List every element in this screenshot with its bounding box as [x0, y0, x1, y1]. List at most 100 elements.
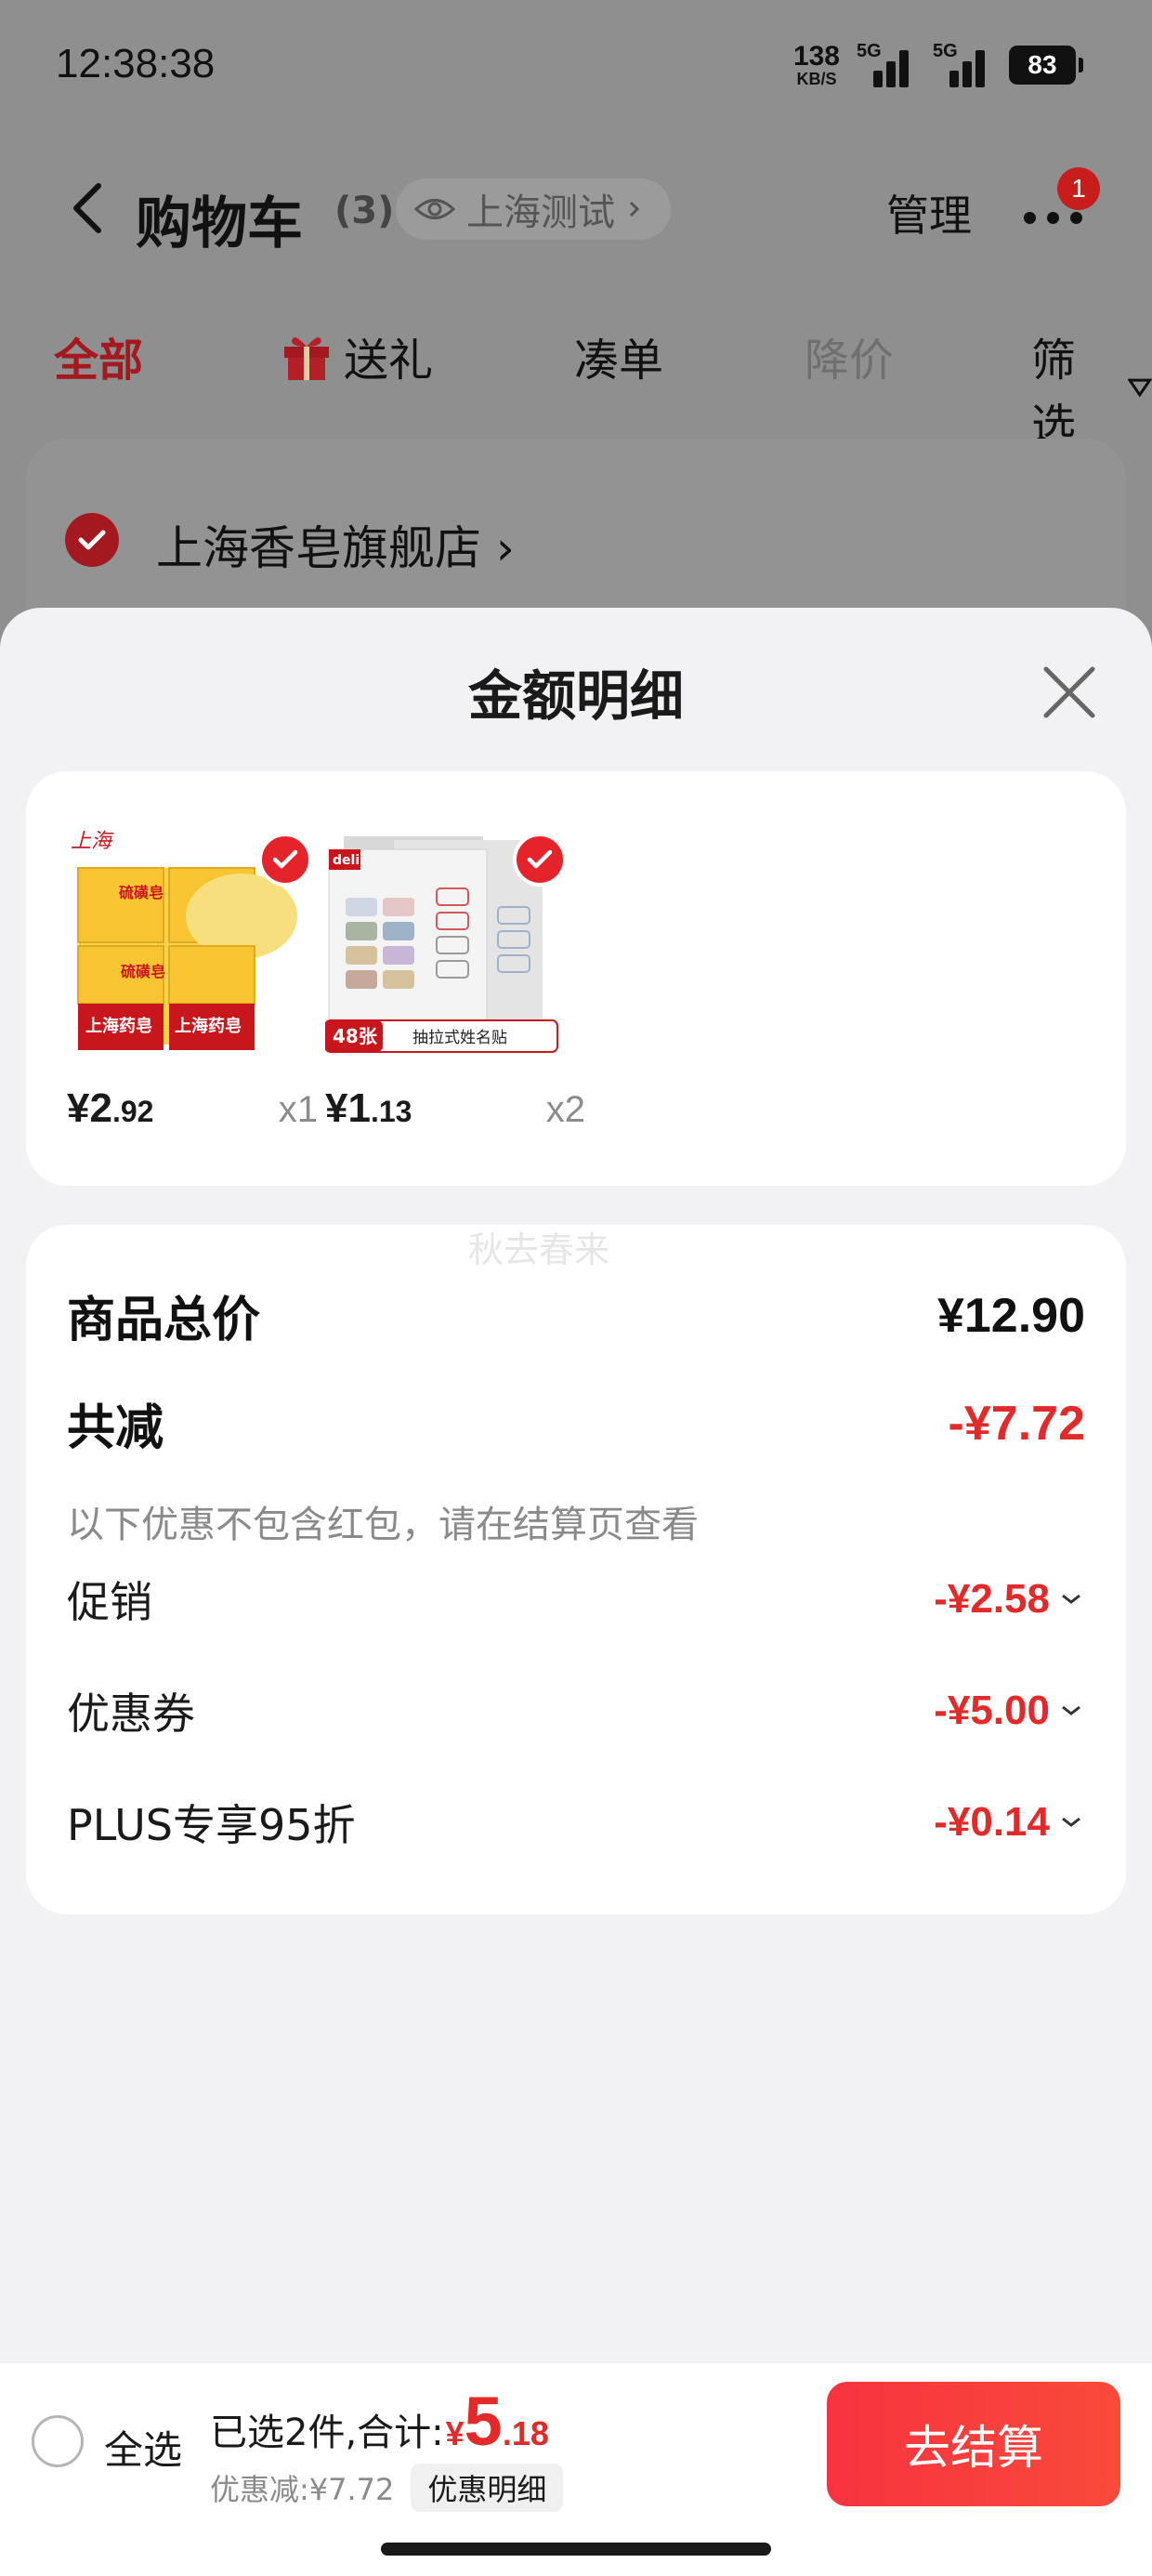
svg-text:上海药皂: 上海药皂 — [175, 1016, 242, 1036]
close-icon[interactable] — [1037, 660, 1102, 725]
network-speed-value: 138 — [792, 41, 840, 72]
product-check-icon[interactable] — [258, 833, 312, 887]
discount-item-value: -¥5.00 — [934, 1688, 1085, 1734]
status-icons: 138 KB/S 5G 5G 83 — [792, 41, 1083, 88]
svg-text:抽拉式姓名贴: 抽拉式姓名贴 — [412, 1029, 507, 1047]
total-discount-label: 共减 — [67, 1400, 164, 1456]
status-time: 12:38:38 — [56, 41, 216, 86]
signal-icon: 5G — [857, 41, 916, 87]
signal-icon-2: 5G — [933, 41, 992, 87]
discount-detail-button[interactable]: 优惠明细 — [411, 2464, 564, 2512]
selected-count-text: 已选2件,合计: — [210, 2412, 444, 2454]
chevron-down-icon — [1062, 1817, 1080, 1827]
discount-item-amount: -¥0.14 — [934, 1799, 1050, 1845]
page-title: 购物车 — [136, 191, 303, 256]
sheet-title: 金额明细 — [467, 664, 684, 728]
network-speed: 138 KB/S — [792, 41, 840, 88]
checkout-bar: 全选 已选2件,合计: ¥ 5 .18 优惠减:¥7.72 优惠明细 去结算 — [0, 2362, 1152, 2522]
product-check-icon[interactable] — [513, 833, 567, 887]
price-decimal: .92 — [111, 1095, 154, 1128]
svg-text:deli: deli — [333, 853, 360, 868]
checkout-button[interactable]: 去结算 — [827, 2382, 1120, 2506]
watermark-text: 秋去春来 — [468, 1229, 610, 1270]
price-summary-card: 秋去春来 商品总价 ¥12.90 共减 -¥7.72 以下优惠不包含红包，请在结… — [26, 1225, 1126, 1914]
discount-line: 优惠减:¥7.72 优惠明细 — [210, 2464, 564, 2512]
more-dots-icon — [1024, 212, 1082, 224]
status-bar: 12:38:38 138 KB/S 5G 5G 83 — [0, 0, 1152, 139]
chevron-down-icon — [1062, 1594, 1080, 1604]
tab-filter-label: 筛选 — [1031, 335, 1077, 452]
battery-icon: 83 — [1009, 46, 1083, 85]
total-amount-integer: 5 — [464, 2383, 503, 2460]
product-price: ¥2.92 — [67, 1085, 153, 1132]
price-integer: ¥1 — [325, 1085, 371, 1131]
chevron-right-icon — [629, 201, 640, 217]
product-quantity: x1 — [278, 1089, 318, 1130]
store-name[interactable]: 上海香皂旗舰店 › — [156, 511, 515, 578]
select-all-checkbox[interactable] — [32, 2415, 84, 2467]
eye-icon — [414, 199, 455, 219]
network-speed-unit: KB/S — [796, 70, 837, 88]
tab-filter[interactable]: 筛选 — [1031, 323, 1152, 453]
discount-item-plus[interactable]: PLUS专享95折 -¥0.14 — [67, 1792, 1085, 1853]
filter-tabs: 全部 送礼 凑单 降价 筛选 — [0, 316, 1152, 452]
price-integer: ¥2 — [67, 1085, 112, 1131]
discount-item-label: PLUS专享95折 — [67, 1800, 356, 1850]
gift-icon — [284, 337, 329, 380]
signal-label-2: 5G — [933, 41, 958, 61]
discount-item-amount: -¥2.58 — [934, 1576, 1050, 1622]
discount-item-value: -¥0.14 — [934, 1799, 1085, 1846]
cart-item-count: (3) — [334, 190, 395, 232]
svg-text:上海: 上海 — [71, 830, 114, 853]
svg-text:硫磺皂: 硫磺皂 — [119, 884, 164, 901]
discount-item-promotion[interactable]: 促销 -¥2.58 — [67, 1569, 1085, 1630]
svg-text:48张: 48张 — [333, 1025, 378, 1047]
discount-amount-text: 优惠减:¥7.72 — [210, 2472, 395, 2507]
total-price-value: ¥12.90 — [936, 1288, 1085, 1343]
total-discount-row: 共减 -¥7.72 — [67, 1388, 1085, 1458]
cart-header: 购物车 (3) 上海测试 管理 1 — [0, 158, 1152, 260]
more-menu-button[interactable]: 1 — [1013, 167, 1100, 251]
price-decimal: .13 — [370, 1095, 412, 1128]
product-quantity: x2 — [545, 1089, 585, 1130]
location-selector[interactable]: 上海测试 — [396, 178, 671, 240]
tab-price-drop[interactable]: 降价 — [805, 323, 894, 388]
home-indicator[interactable] — [381, 2543, 771, 2556]
select-all-label[interactable]: 全选 — [104, 2419, 182, 2476]
back-arrow-icon[interactable] — [63, 180, 119, 236]
tab-bundle-label: 凑单 — [574, 335, 664, 387]
tab-gift-label: 送礼 — [344, 335, 434, 387]
signal-label: 5G — [857, 41, 882, 61]
svg-text:硫磺皂: 硫磺皂 — [121, 963, 165, 980]
notification-badge: 1 — [1057, 167, 1100, 210]
svg-text:上海药皂: 上海药皂 — [85, 1016, 152, 1036]
tab-price-drop-label: 降价 — [805, 335, 895, 387]
store-check-icon[interactable] — [65, 513, 119, 567]
total-discount-value: -¥7.72 — [948, 1396, 1085, 1451]
discount-item-label: 优惠券 — [67, 1689, 195, 1739]
selected-products-card: 上海 硫磺皂 硫磺皂 上海药皂 上海药皂 ¥2.92 x1 deli 48张 抽… — [26, 771, 1126, 1186]
product-item[interactable]: deli 48张 抽拉式姓名贴 ¥1.13 x2 — [325, 823, 585, 1132]
total-line: 已选2件,合计: ¥ 5 .18 — [210, 2382, 549, 2461]
tab-all-label: 全部 — [54, 335, 144, 387]
amount-detail-sheet: 金额明细 上海 硫磺皂 硫磺皂 上海药皂 上海药皂 ¥2.92 x1 deli … — [0, 608, 1152, 2576]
manage-button[interactable]: 管理 — [886, 182, 972, 243]
tab-gift[interactable]: 送礼 — [279, 323, 433, 388]
product-item[interactable]: 上海 硫磺皂 硫磺皂 上海药皂 上海药皂 ¥2.92 x1 — [65, 823, 325, 1132]
tab-bundle[interactable]: 凑单 — [574, 323, 663, 388]
chevron-down-icon — [1062, 1705, 1080, 1715]
total-amount-decimal: .18 — [502, 2414, 549, 2452]
discount-item-label: 促销 — [67, 1577, 152, 1627]
total-price-row: 商品总价 ¥12.90 — [67, 1281, 1085, 1350]
discount-note: 以下优惠不包含红包，请在结算页查看 — [67, 1504, 699, 1546]
discount-item-value: -¥2.58 — [934, 1576, 1085, 1623]
cart-page-background: 12:38:38 138 KB/S 5G 5G 83 购物车 (3) 上海测试 … — [0, 0, 1152, 810]
filter-dropdown-icon — [1128, 378, 1152, 398]
total-currency: ¥ — [445, 2414, 465, 2452]
tab-all[interactable]: 全部 — [54, 323, 143, 388]
total-price-label: 商品总价 — [67, 1293, 261, 1348]
product-price: ¥1.13 — [325, 1085, 412, 1132]
discount-item-amount: -¥5.00 — [934, 1688, 1050, 1733]
location-label: 上海测试 — [466, 191, 615, 234]
discount-item-coupon[interactable]: 优惠券 -¥5.00 — [67, 1680, 1085, 1741]
